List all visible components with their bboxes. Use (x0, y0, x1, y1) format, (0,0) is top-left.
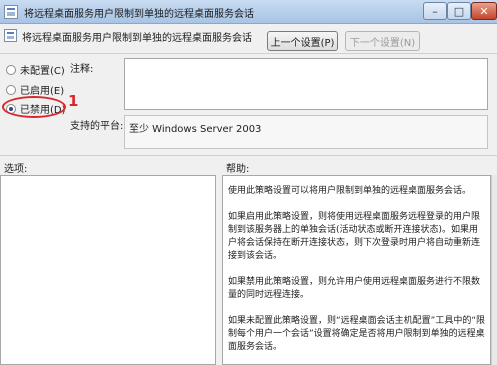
help-label: 帮助: (226, 164, 250, 175)
supported-platform-label: 支持的平台: (70, 121, 124, 132)
policy-setting-icon (4, 29, 17, 42)
help-pane: 使用此策略设置可以将用户限制到单独的远程桌面服务会话。 如果启用此策略设置，则将… (222, 175, 491, 365)
radio-circle[interactable] (6, 64, 16, 75)
close-button[interactable]: ✕ (471, 2, 497, 20)
minimize-button[interactable]: – (423, 2, 447, 20)
help-paragraph: 使用此策略设置可以将用户限制到单独的远程桌面服务会话。 (228, 186, 472, 196)
comment-label: 注释: (70, 64, 94, 75)
help-paragraph: 如果禁用此策略设置，则允许用户使用远程桌面服务进行不限数量的同时远程连接。 (228, 277, 481, 300)
options-pane (0, 175, 216, 365)
header-divider (0, 53, 497, 54)
policy-window-icon (4, 5, 18, 19)
policy-name: 将远程桌面服务用户限制到单独的远程桌面服务会话 (22, 33, 252, 44)
help-paragraph: 如果未配置此策略设置，则“远程桌面会话主机配置”工具中的“限制每个用户一个会话”… (228, 316, 485, 352)
maximize-button[interactable]: □ (447, 2, 471, 20)
comment-textarea[interactable] (124, 58, 488, 110)
radio-not-configured[interactable]: 未配置(C) (6, 62, 65, 77)
help-paragraph: 如果启用此策略设置，则将使用远程桌面服务远程登录的用户限制到该服务器上的单独会话… (228, 212, 481, 261)
radio-circle[interactable] (6, 84, 16, 95)
window-title: 将远程桌面服务用户限制到单独的远程桌面服务会话 (24, 9, 254, 20)
section-divider (0, 155, 497, 156)
radio-label: 已启用(E) (20, 86, 65, 97)
help-scrollbar[interactable] (491, 175, 497, 365)
annotation-highlight-oval (2, 96, 66, 118)
next-setting-button: 下一个设置(N) (345, 31, 420, 51)
options-label: 选项: (4, 164, 28, 175)
supported-platform-value: 至少 Windows Server 2003 (129, 124, 262, 135)
radio-enabled[interactable]: 已启用(E) (6, 82, 64, 97)
previous-setting-button[interactable]: 上一个设置(P) (267, 31, 338, 51)
annotation-number: 1 (68, 92, 79, 110)
radio-label: 未配置(C) (20, 66, 65, 77)
